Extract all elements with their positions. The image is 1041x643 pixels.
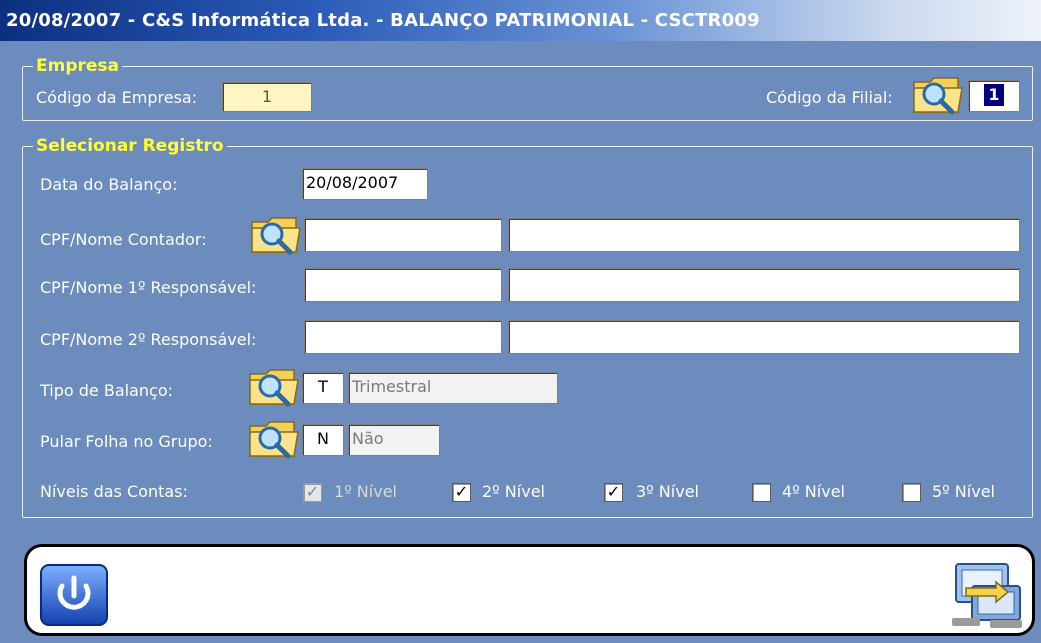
- registro-legend: Selecionar Registro: [33, 136, 227, 156]
- resp2-label: CPF/Nome 2º Responsável:: [40, 330, 257, 349]
- nivel1-label: 1º Nível: [334, 482, 397, 501]
- contador-cpf-field[interactable]: [304, 218, 502, 252]
- niveis-label: Níveis das Contas:: [40, 482, 188, 501]
- nivel2-checkbox[interactable]: ✓: [452, 483, 471, 502]
- power-icon[interactable]: [40, 564, 108, 626]
- contador-search-icon[interactable]: [250, 212, 302, 256]
- nivel2-label: 2º Nível: [482, 482, 545, 501]
- nivel3-checkbox[interactable]: ✓: [604, 483, 623, 502]
- filial-search-icon[interactable]: [912, 72, 964, 116]
- nivel5-checkbox[interactable]: [902, 483, 921, 502]
- codigo-empresa-field[interactable]: 1: [222, 82, 312, 112]
- resp1-label: CPF/Nome 1º Responsável:: [40, 278, 257, 297]
- nivel4-label: 4º Nível: [782, 482, 845, 501]
- resp2-nome-field[interactable]: [508, 320, 1020, 354]
- tipo-desc-field: Trimestral: [348, 372, 558, 404]
- empresa-legend: Empresa: [33, 56, 122, 76]
- contador-nome-field[interactable]: [508, 218, 1020, 252]
- tipo-balanco-label: Tipo de Balanço:: [40, 381, 173, 400]
- data-balanco-label: Data do Balanço:: [40, 175, 178, 194]
- resp1-nome-field[interactable]: [508, 268, 1020, 302]
- nivel5-label: 5º Nível: [932, 482, 995, 501]
- codigo-empresa-label: Código da Empresa:: [36, 88, 198, 107]
- resp1-cpf-field[interactable]: [304, 268, 502, 302]
- nivel3-label: 3º Nível: [636, 482, 699, 501]
- data-balanco-field[interactable]: 20/08/2007: [302, 168, 428, 200]
- pular-desc-field: Não: [348, 424, 440, 456]
- codigo-filial-value: 1: [984, 84, 1004, 106]
- pular-folha-label: Pular Folha no Grupo:: [40, 432, 213, 451]
- exchange-icon[interactable]: [950, 556, 1025, 630]
- nivel4-checkbox[interactable]: [752, 483, 771, 502]
- contador-label: CPF/Nome Contador:: [40, 230, 207, 249]
- bottom-toolbar: [24, 544, 1035, 636]
- codigo-filial-label: Código da Filial:: [766, 88, 893, 107]
- tipo-search-icon[interactable]: [248, 364, 300, 408]
- codigo-filial-field[interactable]: 1: [968, 80, 1020, 112]
- tipo-code-field[interactable]: T: [302, 372, 344, 404]
- app-window: 20/08/2007 - C&S Informática Ltda. - BAL…: [0, 0, 1041, 643]
- pular-code-field[interactable]: N: [302, 424, 344, 456]
- pular-search-icon[interactable]: [248, 416, 300, 460]
- nivel1-checkbox: ✓: [303, 483, 322, 502]
- resp2-cpf-field[interactable]: [304, 320, 502, 354]
- window-title: 20/08/2007 - C&S Informática Ltda. - BAL…: [0, 0, 1041, 41]
